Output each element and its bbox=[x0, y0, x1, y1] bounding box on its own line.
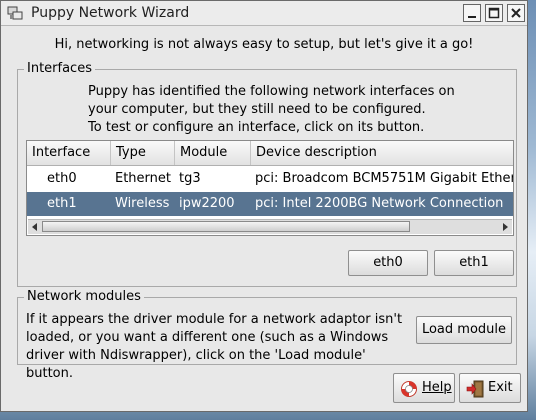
scroll-right-icon[interactable] bbox=[499, 221, 511, 233]
intro-text: Hi, networking is not always easy to set… bbox=[54, 37, 474, 52]
interfaces-description-line: To test or configure an interface, click… bbox=[88, 120, 425, 135]
network-modules-group: Network modules If it appears the driver… bbox=[17, 289, 517, 381]
window-title: Puppy Network Wizard bbox=[31, 5, 190, 21]
network-modules-description: If it appears the driver module for a ne… bbox=[26, 311, 416, 383]
network-modules-legend: Network modules bbox=[24, 289, 144, 304]
close-icon bbox=[511, 8, 521, 18]
interfaces-description: Puppy has identified the following netwo… bbox=[88, 83, 508, 137]
help-button[interactable]: Help bbox=[393, 373, 455, 403]
horizontal-scrollbar[interactable] bbox=[28, 219, 512, 234]
column-header-interface[interactable]: Interface bbox=[27, 141, 111, 165]
cell-type: Ethernet bbox=[115, 171, 171, 186]
wizard-window: Puppy Network Wizard Hi, networking is n… bbox=[0, 0, 528, 412]
cell-device-description: pci: Broadcom BCM5751M Gigabit Ethernet bbox=[255, 171, 514, 186]
eth1-button[interactable]: eth1 bbox=[434, 250, 514, 276]
network-modules-description-line: If it appears the driver module for a ne… bbox=[26, 312, 403, 327]
minimize-button[interactable] bbox=[463, 4, 481, 22]
scroll-left-icon[interactable] bbox=[29, 221, 41, 233]
maximize-button[interactable] bbox=[485, 4, 503, 22]
table-header: Interface Type Module Device description bbox=[27, 141, 513, 166]
exit-button[interactable]: Exit bbox=[459, 373, 521, 403]
network-wizard-icon bbox=[7, 6, 23, 20]
close-button[interactable] bbox=[507, 4, 525, 22]
lifebuoy-help-icon bbox=[401, 381, 417, 397]
title-bar[interactable]: Puppy Network Wizard bbox=[1, 1, 527, 26]
interfaces-legend: Interfaces bbox=[24, 61, 95, 76]
table-row-selected[interactable]: eth1 Wireless ipw2200 pci: Intel 2200BG … bbox=[27, 192, 513, 216]
interfaces-description-line: Puppy has identified the following netwo… bbox=[88, 84, 455, 99]
scrollbar-thumb[interactable] bbox=[42, 221, 410, 232]
cell-type: Wireless bbox=[115, 196, 170, 211]
network-modules-description-line: driver with Ndiswrapper), click on the '… bbox=[26, 348, 366, 381]
network-modules-description-line: loaded, or you want a different one (suc… bbox=[26, 330, 389, 345]
exit-label: Exit bbox=[488, 380, 513, 395]
interfaces-description-line: your computer, but they still need to be… bbox=[88, 102, 426, 117]
exit-door-icon bbox=[466, 380, 484, 398]
column-header-device-description[interactable]: Device description bbox=[251, 141, 513, 165]
cell-interface: eth0 bbox=[47, 171, 77, 186]
cell-device-description: pci: Intel 2200BG Network Connection bbox=[255, 196, 504, 211]
interfaces-group: Interfaces Puppy has identified the foll… bbox=[17, 61, 517, 287]
cell-interface: eth1 bbox=[47, 196, 77, 211]
interfaces-table: Interface Type Module Device description… bbox=[26, 140, 514, 236]
maximize-icon bbox=[488, 7, 500, 19]
eth0-button[interactable]: eth0 bbox=[348, 250, 428, 276]
column-header-type[interactable]: Type bbox=[111, 141, 175, 165]
minimize-icon bbox=[468, 16, 476, 18]
cell-module: ipw2200 bbox=[179, 196, 235, 211]
table-row[interactable]: eth0 Ethernet tg3 pci: Broadcom BCM5751M… bbox=[27, 167, 514, 191]
cell-module: tg3 bbox=[179, 171, 201, 186]
column-header-module[interactable]: Module bbox=[175, 141, 251, 165]
help-label: Help bbox=[422, 380, 452, 395]
load-module-button[interactable]: Load module bbox=[416, 316, 512, 344]
